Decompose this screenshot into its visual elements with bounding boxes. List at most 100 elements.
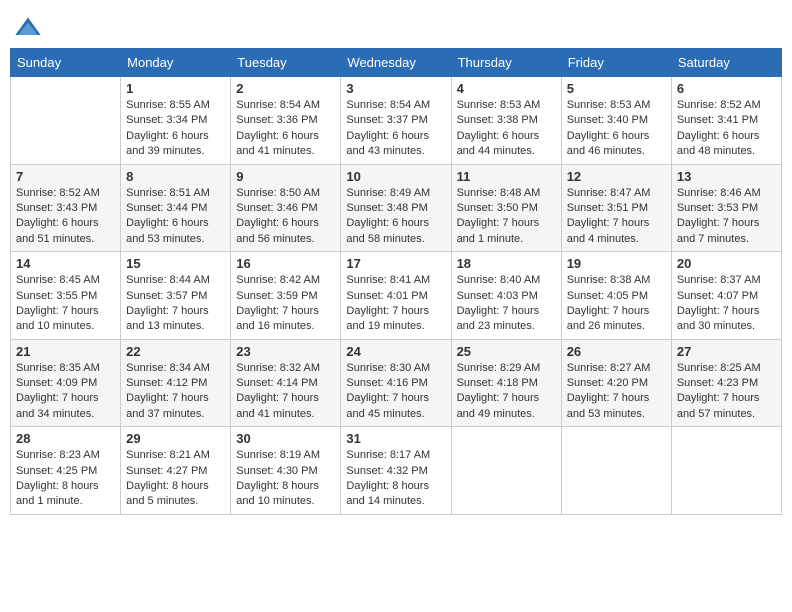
day-info: Sunrise: 8:40 AM Sunset: 4:03 PM Dayligh… <box>457 273 556 335</box>
day-info: Sunrise: 8:51 AM Sunset: 3:44 PM Dayligh… <box>126 186 225 248</box>
day-info: Sunrise: 8:34 AM Sunset: 4:12 PM Dayligh… <box>126 361 225 423</box>
day-number: 23 <box>236 344 335 359</box>
calendar-cell <box>451 427 561 515</box>
calendar-cell: 21 Sunrise: 8:35 AM Sunset: 4:09 PM Dayl… <box>11 339 121 427</box>
calendar-cell: 7 Sunrise: 8:52 AM Sunset: 3:43 PM Dayli… <box>11 164 121 252</box>
sunset-text: Sunset: 4:27 PM <box>126 465 207 477</box>
sunrise-text: Sunrise: 8:23 AM <box>16 449 100 461</box>
sunrise-text: Sunrise: 8:51 AM <box>126 187 210 199</box>
daylight-text: Daylight: 7 hours and 37 minutes. <box>126 392 209 419</box>
calendar-cell: 24 Sunrise: 8:30 AM Sunset: 4:16 PM Dayl… <box>341 339 451 427</box>
daylight-text: Daylight: 7 hours and 45 minutes. <box>346 392 429 419</box>
sunrise-text: Sunrise: 8:54 AM <box>346 99 430 111</box>
calendar-cell: 30 Sunrise: 8:19 AM Sunset: 4:30 PM Dayl… <box>231 427 341 515</box>
calendar-week-row: 28 Sunrise: 8:23 AM Sunset: 4:25 PM Dayl… <box>11 427 782 515</box>
daylight-text: Daylight: 7 hours and 41 minutes. <box>236 392 319 419</box>
column-header-wednesday: Wednesday <box>341 49 451 77</box>
sunset-text: Sunset: 3:48 PM <box>346 202 427 214</box>
daylight-text: Daylight: 6 hours and 48 minutes. <box>677 130 760 157</box>
day-number: 6 <box>677 81 776 96</box>
page-header <box>10 10 782 42</box>
day-info: Sunrise: 8:29 AM Sunset: 4:18 PM Dayligh… <box>457 361 556 423</box>
day-info: Sunrise: 8:47 AM Sunset: 3:51 PM Dayligh… <box>567 186 666 248</box>
daylight-text: Daylight: 7 hours and 7 minutes. <box>677 217 760 244</box>
sunset-text: Sunset: 3:36 PM <box>236 114 317 126</box>
sunset-text: Sunset: 3:37 PM <box>346 114 427 126</box>
daylight-text: Daylight: 8 hours and 1 minute. <box>16 480 99 507</box>
sunset-text: Sunset: 4:14 PM <box>236 377 317 389</box>
day-info: Sunrise: 8:48 AM Sunset: 3:50 PM Dayligh… <box>457 186 556 248</box>
calendar-cell: 1 Sunrise: 8:55 AM Sunset: 3:34 PM Dayli… <box>121 77 231 165</box>
day-number: 7 <box>16 169 115 184</box>
sunset-text: Sunset: 3:38 PM <box>457 114 538 126</box>
sunset-text: Sunset: 3:53 PM <box>677 202 758 214</box>
column-header-thursday: Thursday <box>451 49 561 77</box>
sunrise-text: Sunrise: 8:34 AM <box>126 362 210 374</box>
day-info: Sunrise: 8:55 AM Sunset: 3:34 PM Dayligh… <box>126 98 225 160</box>
calendar-cell: 6 Sunrise: 8:52 AM Sunset: 3:41 PM Dayli… <box>671 77 781 165</box>
sunrise-text: Sunrise: 8:37 AM <box>677 274 761 286</box>
daylight-text: Daylight: 6 hours and 39 minutes. <box>126 130 209 157</box>
sunrise-text: Sunrise: 8:32 AM <box>236 362 320 374</box>
day-info: Sunrise: 8:42 AM Sunset: 3:59 PM Dayligh… <box>236 273 335 335</box>
sunrise-text: Sunrise: 8:53 AM <box>567 99 651 111</box>
day-number: 30 <box>236 431 335 446</box>
sunset-text: Sunset: 4:20 PM <box>567 377 648 389</box>
calendar-cell: 10 Sunrise: 8:49 AM Sunset: 3:48 PM Dayl… <box>341 164 451 252</box>
column-header-monday: Monday <box>121 49 231 77</box>
sunset-text: Sunset: 3:50 PM <box>457 202 538 214</box>
calendar-cell: 22 Sunrise: 8:34 AM Sunset: 4:12 PM Dayl… <box>121 339 231 427</box>
sunset-text: Sunset: 4:32 PM <box>346 465 427 477</box>
calendar-cell <box>561 427 671 515</box>
sunrise-text: Sunrise: 8:54 AM <box>236 99 320 111</box>
calendar-cell: 8 Sunrise: 8:51 AM Sunset: 3:44 PM Dayli… <box>121 164 231 252</box>
calendar-cell: 15 Sunrise: 8:44 AM Sunset: 3:57 PM Dayl… <box>121 252 231 340</box>
day-info: Sunrise: 8:41 AM Sunset: 4:01 PM Dayligh… <box>346 273 445 335</box>
calendar-cell: 16 Sunrise: 8:42 AM Sunset: 3:59 PM Dayl… <box>231 252 341 340</box>
daylight-text: Daylight: 6 hours and 44 minutes. <box>457 130 540 157</box>
sunrise-text: Sunrise: 8:49 AM <box>346 187 430 199</box>
calendar-cell: 12 Sunrise: 8:47 AM Sunset: 3:51 PM Dayl… <box>561 164 671 252</box>
column-header-sunday: Sunday <box>11 49 121 77</box>
day-number: 4 <box>457 81 556 96</box>
day-number: 19 <box>567 256 666 271</box>
calendar-cell: 28 Sunrise: 8:23 AM Sunset: 4:25 PM Dayl… <box>11 427 121 515</box>
calendar-week-row: 21 Sunrise: 8:35 AM Sunset: 4:09 PM Dayl… <box>11 339 782 427</box>
sunset-text: Sunset: 3:40 PM <box>567 114 648 126</box>
daylight-text: Daylight: 7 hours and 4 minutes. <box>567 217 650 244</box>
day-number: 28 <box>16 431 115 446</box>
calendar-week-row: 1 Sunrise: 8:55 AM Sunset: 3:34 PM Dayli… <box>11 77 782 165</box>
daylight-text: Daylight: 7 hours and 23 minutes. <box>457 305 540 332</box>
sunrise-text: Sunrise: 8:53 AM <box>457 99 541 111</box>
sunrise-text: Sunrise: 8:40 AM <box>457 274 541 286</box>
sunset-text: Sunset: 3:43 PM <box>16 202 97 214</box>
sunset-text: Sunset: 4:09 PM <box>16 377 97 389</box>
day-number: 11 <box>457 169 556 184</box>
calendar-cell: 27 Sunrise: 8:25 AM Sunset: 4:23 PM Dayl… <box>671 339 781 427</box>
sunset-text: Sunset: 4:16 PM <box>346 377 427 389</box>
day-number: 14 <box>16 256 115 271</box>
sunrise-text: Sunrise: 8:55 AM <box>126 99 210 111</box>
sunrise-text: Sunrise: 8:21 AM <box>126 449 210 461</box>
daylight-text: Daylight: 7 hours and 16 minutes. <box>236 305 319 332</box>
sunrise-text: Sunrise: 8:50 AM <box>236 187 320 199</box>
day-info: Sunrise: 8:17 AM Sunset: 4:32 PM Dayligh… <box>346 448 445 510</box>
day-number: 8 <box>126 169 225 184</box>
day-info: Sunrise: 8:21 AM Sunset: 4:27 PM Dayligh… <box>126 448 225 510</box>
day-info: Sunrise: 8:46 AM Sunset: 3:53 PM Dayligh… <box>677 186 776 248</box>
daylight-text: Daylight: 7 hours and 10 minutes. <box>16 305 99 332</box>
daylight-text: Daylight: 7 hours and 34 minutes. <box>16 392 99 419</box>
sunrise-text: Sunrise: 8:27 AM <box>567 362 651 374</box>
calendar-cell <box>671 427 781 515</box>
daylight-text: Daylight: 6 hours and 51 minutes. <box>16 217 99 244</box>
sunrise-text: Sunrise: 8:47 AM <box>567 187 651 199</box>
calendar-cell: 3 Sunrise: 8:54 AM Sunset: 3:37 PM Dayli… <box>341 77 451 165</box>
sunset-text: Sunset: 3:34 PM <box>126 114 207 126</box>
sunrise-text: Sunrise: 8:45 AM <box>16 274 100 286</box>
sunrise-text: Sunrise: 8:38 AM <box>567 274 651 286</box>
daylight-text: Daylight: 6 hours and 46 minutes. <box>567 130 650 157</box>
sunrise-text: Sunrise: 8:46 AM <box>677 187 761 199</box>
daylight-text: Daylight: 6 hours and 53 minutes. <box>126 217 209 244</box>
daylight-text: Daylight: 8 hours and 14 minutes. <box>346 480 429 507</box>
day-info: Sunrise: 8:53 AM Sunset: 3:40 PM Dayligh… <box>567 98 666 160</box>
